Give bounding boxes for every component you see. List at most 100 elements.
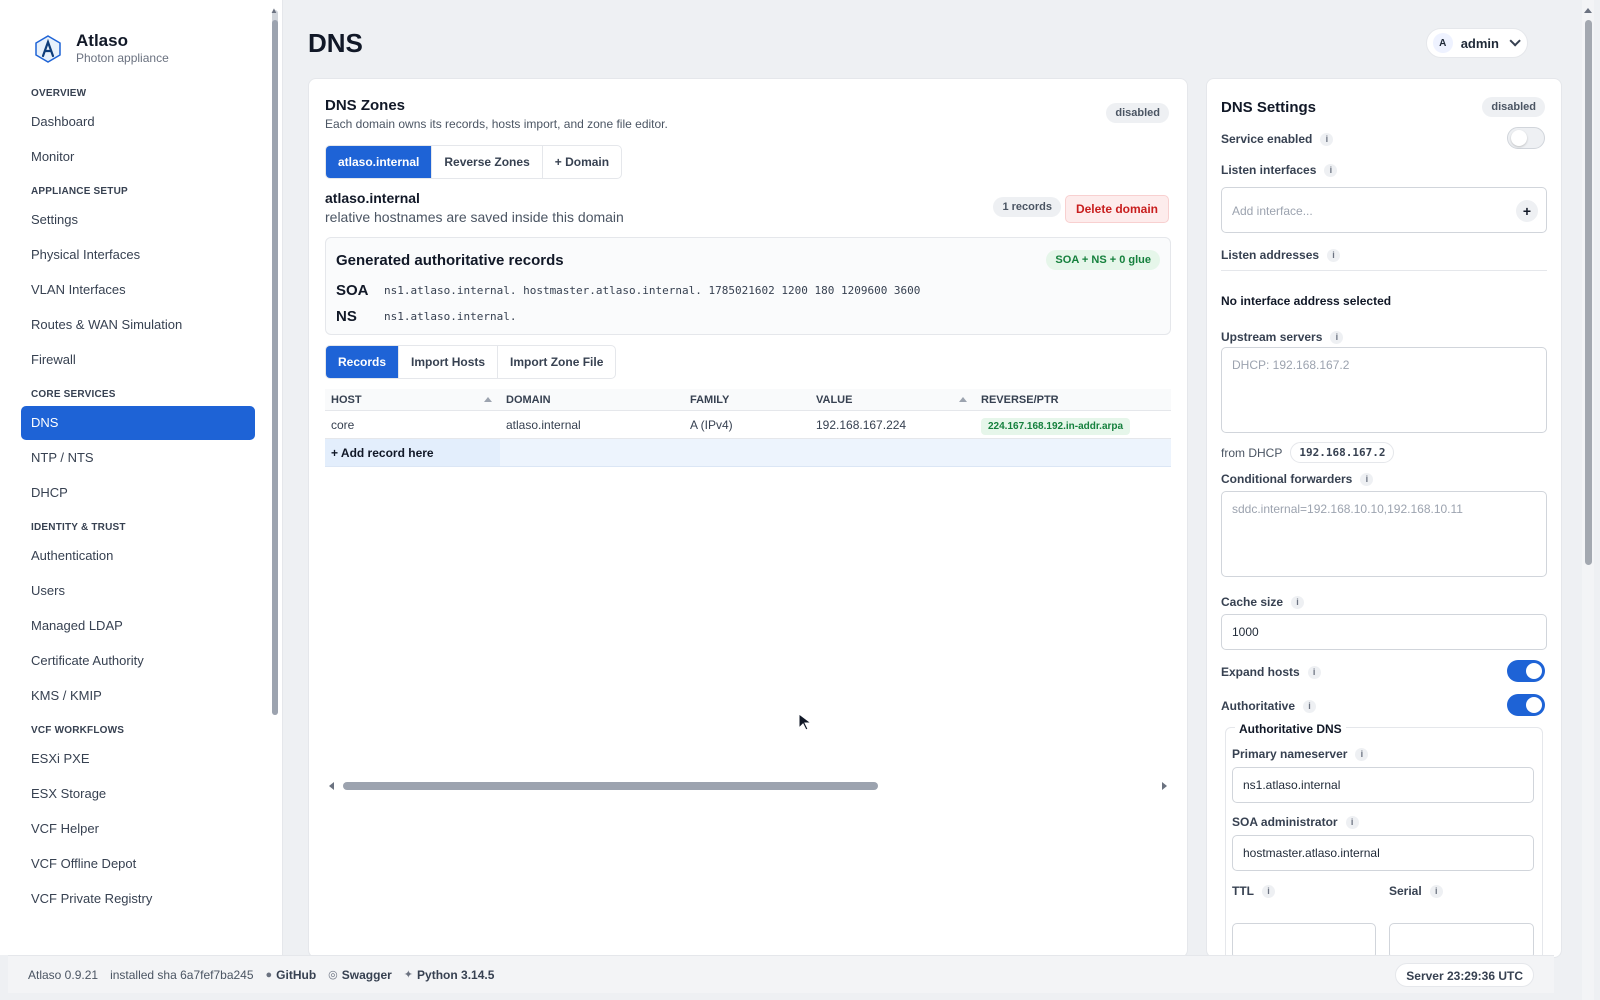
cell-family[interactable]: A (IPv4)	[684, 411, 810, 438]
listen-interfaces-input[interactable]: Add interface... +	[1221, 187, 1547, 233]
column-header-reverse-ptr[interactable]: REVERSE/PTR	[975, 389, 1171, 410]
column-header-host-label: HOST	[331, 394, 362, 406]
server-time-badge: Server 23:29:36 UTC	[1395, 963, 1534, 987]
cache-size-input[interactable]: 1000	[1221, 614, 1547, 650]
ttl-text: TTL	[1232, 884, 1254, 898]
info-icon[interactable]: i	[1345, 815, 1359, 829]
authoritative-toggle[interactable]	[1507, 694, 1545, 716]
sidebar-item-dashboard[interactable]: Dashboard	[21, 105, 255, 139]
column-header-host[interactable]: HOST	[325, 389, 500, 410]
column-header-family[interactable]: FAMILY	[684, 389, 810, 410]
page-scrollbar-thumb[interactable]	[1585, 20, 1592, 565]
info-icon[interactable]: i	[1307, 665, 1321, 679]
ttl-label: TTL i	[1232, 884, 1275, 898]
primary-nameserver-text: Primary nameserver	[1232, 747, 1348, 761]
conditional-forwarders-placeholder: sddc.internal=192.168.10.10,192.168.10.1…	[1232, 502, 1463, 516]
sidebar-item-monitor[interactable]: Monitor	[21, 140, 255, 174]
soa-administrator-input[interactable]: hostmaster.atlaso.internal	[1232, 835, 1534, 871]
sidebar-item-esx-storage[interactable]: ESX Storage	[21, 777, 255, 811]
expand-hosts-toggle[interactable]	[1507, 660, 1545, 682]
from-dhcp-row: from DHCP 192.168.167.2	[1221, 442, 1395, 463]
cell-value[interactable]: 192.168.167.224	[810, 411, 975, 438]
delete-domain-button[interactable]: Delete domain	[1064, 195, 1169, 223]
toggle-knob	[1526, 663, 1542, 679]
tab-reverse-zones[interactable]: Reverse Zones	[432, 146, 543, 178]
add-domain-button[interactable]: + Domain	[543, 146, 621, 178]
column-header-domain[interactable]: DOMAIN	[500, 389, 684, 410]
python-link[interactable]: ✦ Python 3.14.5	[404, 968, 495, 982]
upstream-servers-textarea[interactable]: DHCP: 192.168.167.2	[1221, 347, 1547, 433]
sidebar-item-dhcp[interactable]: DHCP	[21, 476, 255, 510]
tab-atlaso-internal[interactable]: atlaso.internal	[326, 146, 433, 178]
sidebar-item-vlan-interfaces[interactable]: VLAN Interfaces	[21, 273, 255, 307]
sidebar-item-users[interactable]: Users	[21, 574, 255, 608]
table-row[interactable]: core atlaso.internal A (IPv4) 192.168.16…	[325, 411, 1171, 439]
cell-domain[interactable]: atlaso.internal	[500, 411, 684, 438]
sidebar-item-physical-interfaces[interactable]: Physical Interfaces	[21, 238, 255, 272]
sidebar-item-dns[interactable]: DNS	[21, 406, 255, 440]
records-table: HOST DOMAIN FAMILY VALUE REVERSE/PTR cor…	[325, 389, 1171, 467]
listen-addresses-text: Listen addresses	[1221, 248, 1320, 262]
sidebar-item-authentication[interactable]: Authentication	[21, 539, 255, 573]
scroll-left-arrow-icon[interactable]	[329, 782, 334, 790]
service-enabled-toggle[interactable]	[1507, 127, 1545, 149]
info-icon[interactable]: i	[1355, 747, 1369, 761]
serial-input[interactable]	[1389, 923, 1534, 957]
listen-interfaces-placeholder: Add interface...	[1232, 204, 1313, 218]
add-record-button[interactable]: + Add record here	[325, 439, 500, 466]
tab-import-hosts[interactable]: Import Hosts	[399, 346, 499, 378]
info-icon[interactable]: i	[1303, 699, 1317, 713]
add-interface-button[interactable]: +	[1516, 200, 1538, 222]
service-enabled-text: Service enabled	[1221, 132, 1313, 146]
info-icon[interactable]: i	[1320, 132, 1334, 146]
sidebar-item-vcf-helper[interactable]: VCF Helper	[21, 812, 255, 846]
swagger-icon: ◎	[328, 969, 338, 981]
sidebar-item-vcf-private-registry[interactable]: VCF Private Registry	[21, 882, 255, 916]
soa-label: SOA	[336, 282, 369, 299]
sidebar-item-vcf-offline-depot[interactable]: VCF Offline Depot	[21, 847, 255, 881]
record-tabs: Records Import Hosts Import Zone File	[325, 345, 617, 379]
divider	[1221, 270, 1547, 271]
info-icon[interactable]: i	[1330, 330, 1344, 344]
sidebar-item-firewall[interactable]: Firewall	[21, 343, 255, 377]
upstream-servers-label: Upstream servers i	[1221, 330, 1344, 344]
info-icon[interactable]: i	[1360, 472, 1374, 486]
expand-hosts-text: Expand hosts	[1221, 665, 1300, 679]
dhcp-server-badge[interactable]: 192.168.167.2	[1290, 442, 1395, 463]
listen-interfaces-text: Listen interfaces	[1221, 163, 1317, 177]
table-horizontal-scrollbar[interactable]	[325, 779, 1171, 793]
info-icon[interactable]: i	[1324, 163, 1338, 177]
tab-import-zone-file[interactable]: Import Zone File	[498, 346, 615, 378]
sidebar-item-certificate-authority[interactable]: Certificate Authority	[21, 644, 255, 678]
info-icon[interactable]: i	[1262, 884, 1275, 898]
sidebar-item-esxi-pxe[interactable]: ESXi PXE	[21, 742, 255, 776]
page-scroll-up-arrow-icon[interactable]	[1584, 8, 1592, 13]
horizontal-scrollbar-thumb[interactable]	[343, 782, 878, 790]
column-header-value[interactable]: VALUE	[810, 389, 975, 410]
tab-records[interactable]: Records	[326, 346, 400, 378]
info-icon[interactable]: i	[1429, 884, 1443, 898]
zones-subtitle: Each domain owns its records, hosts impo…	[325, 117, 668, 131]
sidebar-scrollbar-thumb[interactable]	[272, 20, 278, 715]
ttl-input[interactable]	[1232, 923, 1376, 957]
cell-host[interactable]: core	[325, 411, 500, 438]
sidebar-item-managed-ldap[interactable]: Managed LDAP	[21, 609, 255, 643]
sidebar-item-kms-kmip[interactable]: KMS / KMIP	[21, 679, 255, 713]
user-menu[interactable]: A admin	[1425, 28, 1528, 58]
info-icon[interactable]: i	[1327, 248, 1341, 262]
sidebar-item-ntp-nts[interactable]: NTP / NTS	[21, 441, 255, 475]
add-record-row[interactable]: + Add record here	[325, 439, 1171, 467]
github-link[interactable]: ● GitHub	[266, 968, 317, 982]
scroll-up-arrow-icon[interactable]: ▲	[270, 6, 278, 15]
upstream-servers-text: Upstream servers	[1221, 330, 1323, 344]
sidebar-item-settings[interactable]: Settings	[21, 203, 255, 237]
conditional-forwarders-textarea[interactable]: sddc.internal=192.168.10.10,192.168.10.1…	[1221, 491, 1547, 577]
primary-nameserver-input[interactable]: ns1.atlaso.internal	[1232, 767, 1534, 803]
swagger-link[interactable]: ◎ Swagger	[328, 968, 392, 982]
scroll-right-arrow-icon[interactable]	[1162, 782, 1167, 790]
sort-arrow-icon	[484, 397, 492, 402]
brand[interactable]: Atlaso Photon appliance	[34, 32, 169, 66]
sidebar-item-routes-wan-simulation[interactable]: Routes & WAN Simulation	[21, 308, 255, 342]
info-icon[interactable]: i	[1291, 595, 1305, 609]
settings-status-badge: disabled	[1482, 97, 1545, 117]
